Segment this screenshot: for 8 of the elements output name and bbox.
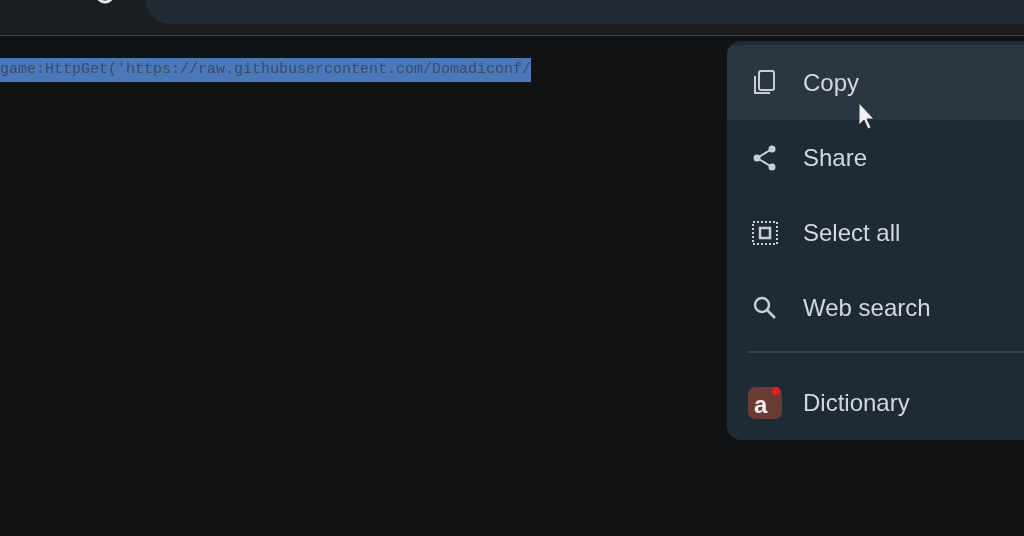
menu-item[interactable]: Web search — [727, 270, 1024, 345]
menu-item[interactable]: Select all — [727, 195, 1024, 270]
dictionary-app-icon: a — [747, 384, 783, 421]
mouse-cursor-icon — [858, 102, 876, 130]
menu-item[interactable]: Copy — [727, 45, 1024, 120]
select-all-icon — [751, 218, 779, 247]
menu-item[interactable]: Share — [727, 120, 1024, 195]
menu-item[interactable]: a Dictionary — [727, 365, 1024, 440]
